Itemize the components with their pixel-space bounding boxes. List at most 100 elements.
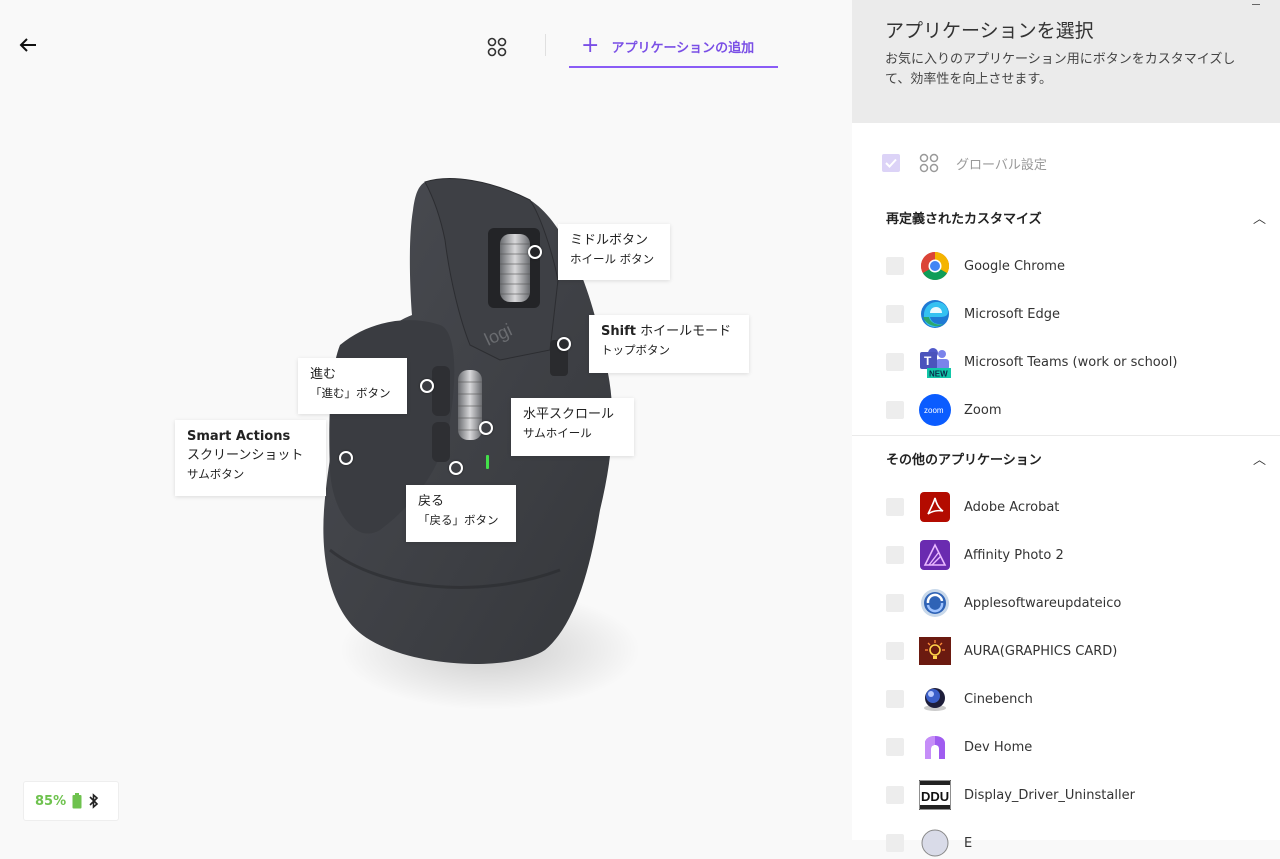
app-name: Cinebench	[964, 691, 1033, 707]
middle-button-title: ミドルボタン	[570, 233, 649, 248]
global-settings-label: グローバル設定	[956, 157, 1047, 173]
panel-header: アプリケーションを選択 お気に入りのアプリケーション用にボタンをカスタマイズして…	[852, 0, 1280, 123]
app-row-affinity-photo[interactable]: Affinity Photo 2	[886, 539, 1064, 571]
zoom-icon: zoom	[919, 394, 951, 426]
battery-status: 85%	[23, 781, 119, 821]
app-row-ddu[interactable]: DDU Display_Driver_Uninstaller	[886, 779, 1135, 811]
middle-button-callout[interactable]: ミドルボタン ホイール ボタン	[558, 224, 670, 280]
app-name: Adobe Acrobat	[964, 499, 1060, 515]
app-row-apple-software-update[interactable]: Applesoftwareupdateico	[886, 587, 1121, 619]
app-name: Affinity Photo 2	[964, 547, 1064, 563]
all-apps-button[interactable]	[484, 34, 510, 60]
global-settings-row[interactable]: グローバル設定	[882, 152, 1047, 174]
app-checkbox[interactable]	[886, 834, 904, 852]
app-row-dev-home[interactable]: Dev Home	[886, 731, 1032, 763]
app-checkbox[interactable]	[886, 642, 904, 660]
app-checkbox[interactable]	[886, 498, 904, 516]
shift-wheel-mode-title: ホイールモード	[635, 324, 732, 339]
bluetooth-icon	[89, 793, 99, 809]
redefined-section-header[interactable]: 再定義されたカスタマイズ ︿	[886, 208, 1266, 227]
app-row-cinebench[interactable]: Cinebench	[886, 683, 1033, 715]
app-row-partial[interactable]: E	[886, 827, 972, 859]
back-subtitle: 「戻る」ボタン	[418, 513, 499, 527]
app-name: Applesoftwareupdateico	[964, 595, 1122, 611]
ddu-icon: DDU	[919, 779, 951, 811]
battery-percentage: 85%	[35, 793, 67, 809]
shift-label: Shift	[601, 324, 636, 339]
section-divider	[852, 435, 1280, 436]
gesture-button-hotspot[interactable]	[339, 451, 353, 465]
app-name: Zoom	[964, 402, 1002, 418]
forward-subtitle: 「進む」ボタン	[310, 386, 391, 400]
checkmark-icon	[885, 158, 897, 168]
teams-new-badge: NEW	[929, 370, 948, 379]
app-row-chrome[interactable]: Google Chrome	[886, 250, 1065, 282]
app-checkbox[interactable]	[886, 353, 904, 371]
mouse-customization-area: + アプリケーションの追加 logi ミドルボタン ホイール ボタン Shift…	[0, 0, 852, 840]
horizontal-scroll-title: 水平スクロール	[523, 407, 615, 422]
app-name: Google Chrome	[964, 258, 1065, 274]
other-apps-section-header[interactable]: その他のアプリケーション ︿	[886, 449, 1266, 468]
affinity-photo-icon	[919, 539, 951, 571]
other-apps-section-title: その他のアプリケーション	[886, 453, 1042, 468]
acrobat-icon	[919, 491, 951, 523]
shift-button-hotspot[interactable]	[557, 337, 571, 351]
minimize-icon[interactable]	[1252, 4, 1260, 5]
shift-wheel-mode-subtitle: トップボタン	[601, 343, 670, 357]
app-row-edge[interactable]: Microsoft Edge	[886, 298, 1060, 330]
app-checkbox[interactable]	[886, 257, 904, 275]
smart-actions-subtitle: サムボタン	[187, 467, 245, 481]
app-name: E	[964, 835, 973, 851]
middle-button-hotspot[interactable]	[528, 245, 542, 259]
panel-description: お気に入りのアプリケーション用にボタンをカスタマイズして、効率性を向上させます。	[885, 52, 1236, 87]
apple-software-update-icon	[919, 587, 951, 619]
back-button[interactable]	[14, 32, 42, 58]
arrow-left-icon	[19, 38, 36, 52]
edge-icon	[919, 298, 951, 330]
app-checkbox[interactable]	[886, 690, 904, 708]
smart-actions-label: Smart Actions	[187, 429, 291, 444]
app-name: Microsoft Teams (work or school)	[964, 354, 1178, 370]
app-checkbox[interactable]	[886, 401, 904, 419]
horizontal-scroll-subtitle: サムホイール	[523, 426, 592, 440]
global-settings-checkbox[interactable]	[882, 154, 900, 172]
app-icon	[919, 827, 951, 859]
app-checkbox[interactable]	[886, 786, 904, 804]
add-application-label: アプリケーションの追加	[611, 40, 755, 56]
header-divider	[545, 34, 546, 56]
app-checkbox[interactable]	[886, 738, 904, 756]
back-callout[interactable]: 戻る 「戻る」ボタン	[406, 485, 516, 542]
forward-callout[interactable]: 進む 「進む」ボタン	[298, 358, 407, 414]
svg-text:T: T	[924, 354, 932, 368]
app-name: Display_Driver_Uninstaller	[964, 787, 1135, 803]
cinebench-icon	[919, 683, 951, 715]
forward-button-hotspot[interactable]	[420, 379, 434, 393]
back-button-hotspot[interactable]	[449, 461, 463, 475]
shift-wheel-mode-callout[interactable]: Shift ホイールモード トップボタン	[589, 315, 749, 373]
app-row-zoom[interactable]: zoom Zoom	[886, 394, 1001, 426]
chrome-icon	[919, 250, 951, 282]
app-checkbox[interactable]	[886, 546, 904, 564]
chevron-up-icon[interactable]: ︿	[1253, 449, 1266, 468]
redefined-section-title: 再定義されたカスタマイズ	[886, 212, 1042, 227]
thumb-wheel-hotspot[interactable]	[479, 421, 493, 435]
grid-circles-icon	[487, 37, 507, 57]
dev-home-icon	[919, 731, 951, 763]
smart-actions-callout[interactable]: Smart Actions スクリーンショット サムボタン	[175, 420, 326, 496]
app-row-acrobat[interactable]: Adobe Acrobat	[886, 491, 1059, 523]
app-name: Dev Home	[964, 739, 1033, 755]
app-name: Microsoft Edge	[964, 306, 1061, 322]
app-checkbox[interactable]	[886, 594, 904, 612]
horizontal-scroll-callout[interactable]: 水平スクロール サムホイール	[511, 398, 634, 456]
teams-icon: T NEW	[919, 346, 951, 378]
app-row-teams[interactable]: T NEW Microsoft Teams (work or school)	[886, 346, 1177, 378]
app-row-aura[interactable]: AURA(GRAPHICS CARD)	[886, 635, 1117, 667]
plus-icon: +	[581, 33, 600, 58]
chevron-up-icon[interactable]: ︿	[1253, 208, 1266, 227]
panel-title: アプリケーションを選択	[885, 20, 1094, 42]
grid-circles-icon	[919, 153, 939, 173]
app-checkbox[interactable]	[886, 305, 904, 323]
zoom-logo-text: zoom	[924, 406, 944, 415]
select-application-panel: アプリケーションを選択 お気に入りのアプリケーション用にボタンをカスタマイズして…	[852, 0, 1280, 857]
add-application-tab[interactable]: + アプリケーションの追加	[569, 26, 778, 68]
